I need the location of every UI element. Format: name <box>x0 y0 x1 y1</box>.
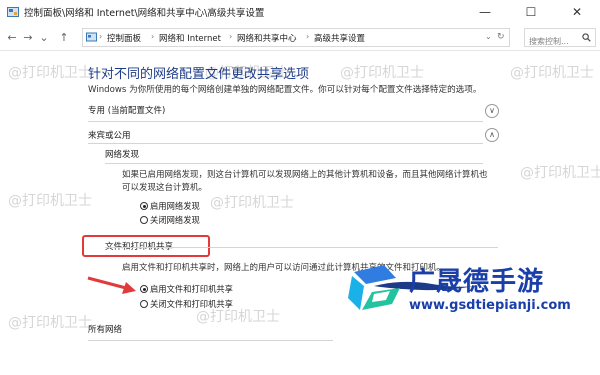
watermark: @打印机卫士 <box>8 65 92 81</box>
watermark: @打印机卫士 <box>210 195 294 211</box>
main-content: @打印机卫士 @打印机卫士 @打印机卫士 @打印机卫士 @打印机卫士 @打印机卫… <box>0 50 600 375</box>
radio-selected-icon[interactable] <box>140 202 148 210</box>
collapse-chevron-icon[interactable]: ∧ <box>485 128 499 142</box>
breadcrumb[interactable]: › 控制面板 › 网络和 Internet › 网络和共享中心 › 高级共享设置… <box>82 28 510 47</box>
forward-arrow-icon[interactable]: → <box>20 30 36 46</box>
address-bar: ← → ⌄ ↑ › 控制面板 › 网络和 Internet › 网络和共享中心 … <box>0 26 600 51</box>
recent-dropdown-icon[interactable]: ⌄ <box>36 30 52 46</box>
breadcrumb-control-panel[interactable]: 控制面板 <box>107 32 141 44</box>
red-arrow-icon <box>87 276 136 294</box>
radio-disable-network-discovery[interactable]: 关闭网络发现 <box>140 214 200 226</box>
brand-name: 广晟德手游 <box>409 267 545 297</box>
profile-private-label[interactable]: 专用 (当前配置文件) <box>88 104 165 116</box>
window-title: 控制面板\网络和 Internet\网络和共享中心\高级共享设置 <box>24 8 265 19</box>
subsection-divider <box>105 247 498 248</box>
maximize-button[interactable]: ☐ <box>508 0 554 26</box>
section-divider <box>88 121 483 122</box>
address-dropdown-icon[interactable]: ⌄ <box>485 32 492 41</box>
watermark: @打印机卫士 <box>510 65 594 81</box>
radio-enable-network-discovery[interactable]: 启用网络发现 <box>140 200 200 212</box>
network-discovery-title: 网络发现 <box>105 150 140 160</box>
breadcrumb-advanced-sharing[interactable]: 高级共享设置 <box>314 32 365 44</box>
control-panel-small-icon <box>86 32 97 42</box>
breadcrumb-network-sharing-center[interactable]: 网络和共享中心 <box>237 32 297 44</box>
section-divider <box>88 143 483 144</box>
subsection-divider <box>105 163 483 164</box>
search-box[interactable] <box>524 28 596 49</box>
back-arrow-icon[interactable]: ← <box>4 30 20 46</box>
breadcrumb-separator-icon: › <box>99 32 103 41</box>
profile-all-networks-label[interactable]: 所有网络 <box>88 323 122 335</box>
profile-guest-public-label[interactable]: 来宾或公用 <box>88 129 131 141</box>
breadcrumb-separator-icon: › <box>229 32 233 41</box>
breadcrumb-network-internet[interactable]: 网络和 Internet <box>159 32 221 44</box>
watermark: @打印机卫士 <box>340 65 424 81</box>
brand-logo: 广晟德手游 www.gsdtiepianji.com <box>342 258 600 325</box>
network-discovery-description: 如果已启用网络发现，则这台计算机可以发现网络上的其他计算机和设备，而且其他网络计… <box>122 170 488 193</box>
up-arrow-icon[interactable]: ↑ <box>56 30 72 46</box>
radio-label: 启用网络发现 <box>150 201 200 211</box>
radio-unselected-icon[interactable] <box>140 300 148 308</box>
watermark: @打印机卫士 <box>8 193 92 209</box>
search-icon[interactable] <box>582 33 591 42</box>
radio-disable-file-printer-sharing[interactable]: 关闭文件和打印机共享 <box>140 298 233 310</box>
watermark: @打印机卫士 <box>8 315 92 331</box>
brand-url: www.gsdtiepianji.com <box>409 298 571 313</box>
brand-logo-icon <box>348 265 400 310</box>
file-printer-sharing-title: 文件和打印机共享 <box>105 242 174 252</box>
radio-label: 关闭文件和打印机共享 <box>150 299 233 309</box>
expand-chevron-icon[interactable]: ∨ <box>485 104 499 118</box>
radio-label: 关闭网络发现 <box>150 215 200 225</box>
search-input[interactable] <box>529 34 579 49</box>
breadcrumb-separator-icon: › <box>306 32 310 41</box>
section-divider <box>88 340 333 341</box>
page-description: Windows 为你所使用的每个网络创建单独的网络配置文件。你可以针对每个配置文… <box>88 85 482 95</box>
control-panel-icon <box>7 7 19 17</box>
minimize-button[interactable]: — <box>462 0 508 26</box>
title-bar: 控制面板\网络和 Internet\网络和共享中心\高级共享设置 — ☐ ✕ <box>0 0 600 26</box>
close-button[interactable]: ✕ <box>554 0 600 26</box>
watermark: @打印机卫士 <box>520 165 600 181</box>
refresh-icon[interactable]: ↻ <box>497 32 505 42</box>
page-title: 针对不同的网络配置文件更改共享选项 <box>88 67 310 82</box>
radio-unselected-icon[interactable] <box>140 216 148 224</box>
radio-selected-icon[interactable] <box>140 285 148 293</box>
radio-enable-file-printer-sharing[interactable]: 启用文件和打印机共享 <box>140 283 233 295</box>
breadcrumb-separator-icon: › <box>151 32 155 41</box>
radio-label: 启用文件和打印机共享 <box>150 284 233 294</box>
